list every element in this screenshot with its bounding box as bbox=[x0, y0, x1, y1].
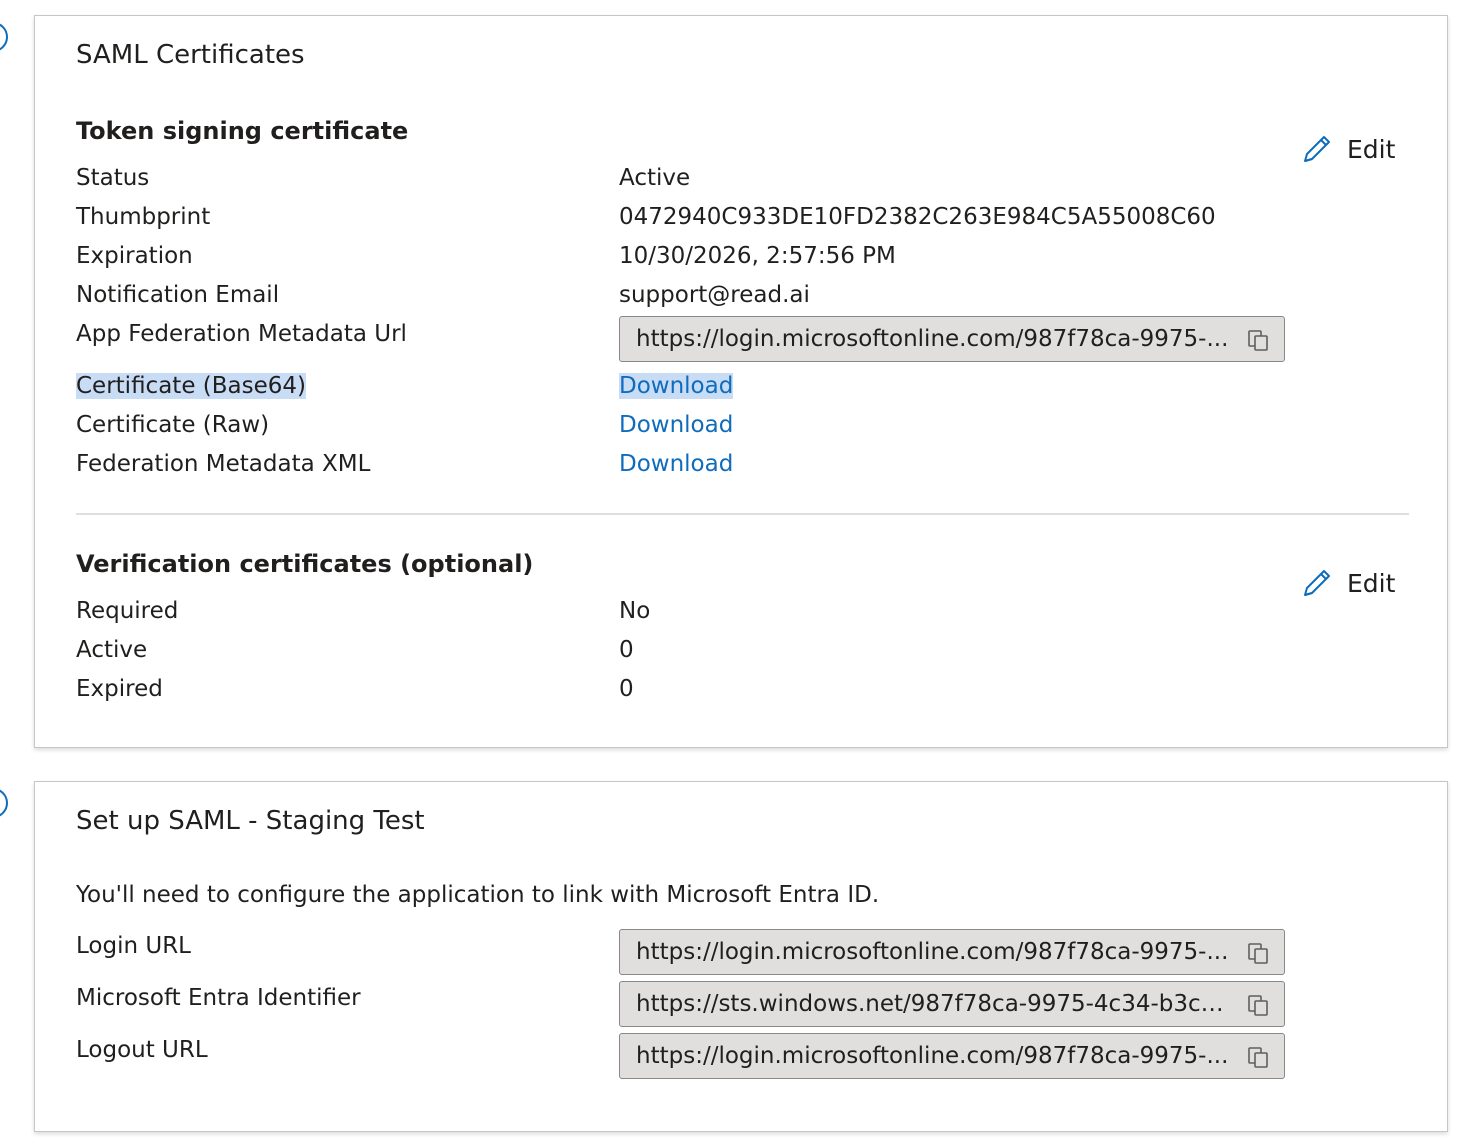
entra-identifier-value: https://sts.windows.net/987f78ca-9975-4c… bbox=[636, 991, 1231, 1017]
active-label: Active bbox=[76, 637, 148, 663]
copy-icon[interactable] bbox=[1246, 993, 1270, 1017]
certificate-base64-download-link[interactable]: Download bbox=[619, 373, 734, 399]
certificate-raw-download-link[interactable]: Download bbox=[619, 410, 733, 440]
setup-intro-text: You'll need to configure the application… bbox=[76, 882, 880, 908]
card-title: SAML Certificates bbox=[76, 40, 305, 70]
login-url-label: Login URL bbox=[76, 933, 191, 959]
section-divider bbox=[76, 513, 1409, 515]
app-federation-metadata-url-label: App Federation Metadata Url bbox=[76, 321, 407, 347]
required-value: No bbox=[619, 598, 651, 624]
thumbprint-value: 0472940C933DE10FD2382C263E984C5A55008C60 bbox=[619, 204, 1216, 230]
federation-metadata-xml-label: Federation Metadata XML bbox=[76, 451, 371, 477]
pencil-icon bbox=[1304, 570, 1330, 596]
status-label: Status bbox=[76, 165, 150, 191]
certificate-base64-label: Certificate (Base64) bbox=[76, 371, 306, 401]
edit-label: Edit bbox=[1347, 134, 1396, 164]
app-federation-metadata-url-value: https://login.microsoftonline.com/987f78… bbox=[636, 326, 1229, 352]
entra-identifier-label: Microsoft Entra Identifier bbox=[76, 985, 361, 1011]
expired-value: 0 bbox=[619, 676, 634, 702]
logout-url-value: https://login.microsoftonline.com/987f78… bbox=[636, 1043, 1229, 1069]
saml-certificates-card: SAML Certificates Token signing certific… bbox=[34, 15, 1448, 748]
thumbprint-label: Thumbprint bbox=[76, 204, 211, 230]
certificate-base64-label-text: Certificate (Base64) bbox=[76, 373, 306, 399]
step-marker-certificates bbox=[0, 22, 8, 52]
certificate-base64-download[interactable]: Download bbox=[619, 371, 734, 401]
verification-certificates-heading: Verification certificates (optional) bbox=[76, 550, 534, 578]
login-url-field[interactable]: https://login.microsoftonline.com/987f78… bbox=[619, 929, 1285, 975]
federation-metadata-xml-download-link[interactable]: Download bbox=[619, 449, 733, 479]
required-label: Required bbox=[76, 598, 179, 624]
notification-email-label: Notification Email bbox=[76, 282, 280, 308]
step-marker-setup bbox=[0, 788, 8, 818]
expiration-value: 10/30/2026, 2:57:56 PM bbox=[619, 243, 896, 269]
entra-identifier-field[interactable]: https://sts.windows.net/987f78ca-9975-4c… bbox=[619, 981, 1285, 1027]
copy-icon[interactable] bbox=[1246, 328, 1270, 352]
pencil-icon bbox=[1304, 136, 1330, 162]
copy-icon[interactable] bbox=[1246, 1045, 1270, 1069]
certificate-raw-label: Certificate (Raw) bbox=[76, 412, 270, 438]
token-signing-heading: Token signing certificate bbox=[76, 117, 409, 145]
status-value: Active bbox=[619, 165, 691, 191]
card-title: Set up SAML - Staging Test bbox=[76, 806, 425, 836]
edit-verification-button[interactable]: Edit bbox=[1299, 565, 1395, 601]
copy-icon[interactable] bbox=[1246, 941, 1270, 965]
setup-saml-card: Set up SAML - Staging Test You'll need t… bbox=[34, 781, 1448, 1132]
active-value: 0 bbox=[619, 637, 634, 663]
edit-token-signing-button[interactable]: Edit bbox=[1299, 131, 1395, 167]
expiration-label: Expiration bbox=[76, 243, 193, 269]
app-federation-metadata-url-field[interactable]: https://login.microsoftonline.com/987f78… bbox=[619, 316, 1285, 362]
notification-email-value: support@read.ai bbox=[619, 282, 810, 308]
logout-url-label: Logout URL bbox=[76, 1037, 208, 1063]
edit-label: Edit bbox=[1347, 568, 1396, 598]
logout-url-field[interactable]: https://login.microsoftonline.com/987f78… bbox=[619, 1033, 1285, 1079]
expired-label: Expired bbox=[76, 676, 163, 702]
login-url-value: https://login.microsoftonline.com/987f78… bbox=[636, 939, 1229, 965]
